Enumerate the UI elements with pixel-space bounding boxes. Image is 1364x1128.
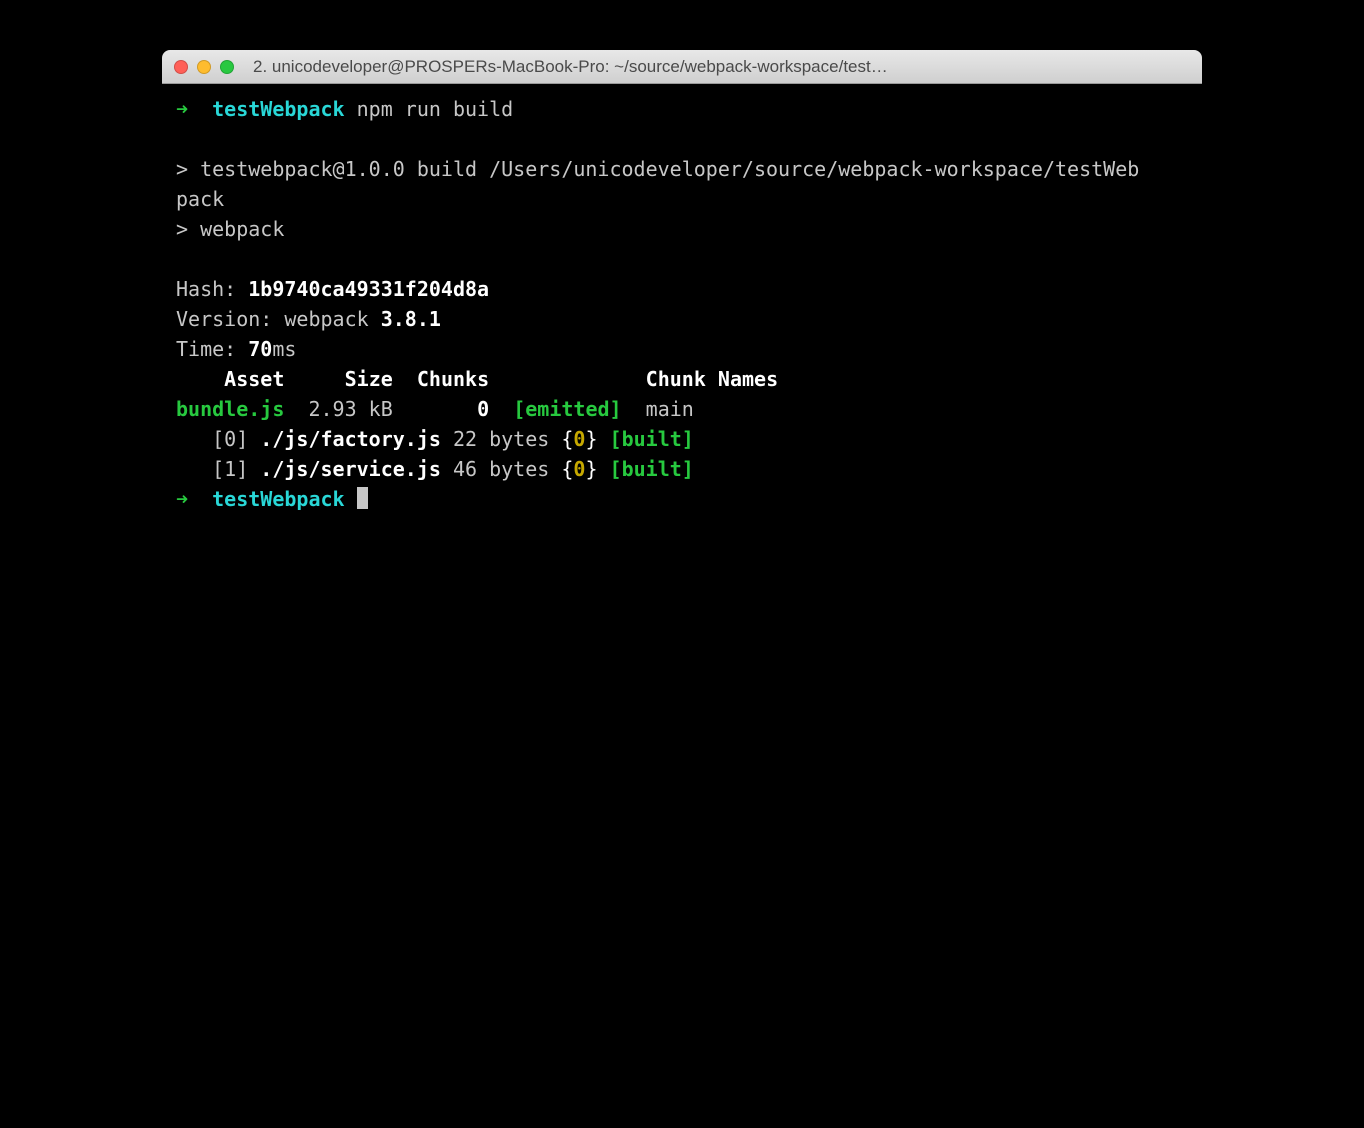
mod-flag: [built] xyxy=(610,427,694,451)
th-size: Size xyxy=(345,367,393,391)
time-unit: ms xyxy=(272,337,296,361)
th-chunknames: Chunk Names xyxy=(646,367,778,391)
asset-chunk: 0 xyxy=(477,397,489,421)
version-label: Version: webpack xyxy=(176,307,381,331)
terminal-window: 2. unicodeveloper@PROSPERs-MacBook-Pro: … xyxy=(162,50,1202,1004)
mod-chunk: 0 xyxy=(573,457,585,481)
brace: { xyxy=(561,427,573,451)
npm-header-1: > testwebpack@1.0.0 build /Users/unicode… xyxy=(176,157,1139,181)
version-value: 3.8.1 xyxy=(381,307,441,331)
brace: } xyxy=(585,427,597,451)
time-value: 70 xyxy=(248,337,272,361)
npm-header-2: > webpack xyxy=(176,217,284,241)
prompt-command: npm run build xyxy=(357,97,514,121)
th-chunks: Chunks xyxy=(417,367,489,391)
asset-flag: [emitted] xyxy=(513,397,621,421)
mod-chunk: 0 xyxy=(573,427,585,451)
titlebar[interactable]: 2. unicodeveloper@PROSPERs-MacBook-Pro: … xyxy=(162,50,1202,84)
zoom-icon[interactable] xyxy=(220,60,234,74)
mod-idx: [1] xyxy=(212,457,248,481)
mod-size: 22 bytes xyxy=(453,427,549,451)
window-title: 2. unicodeveloper@PROSPERs-MacBook-Pro: … xyxy=(243,57,1190,77)
mod-idx: [0] xyxy=(212,427,248,451)
mod-path: ./js/factory.js xyxy=(260,427,441,451)
asset-chunkname: main xyxy=(646,397,694,421)
brace: { xyxy=(561,457,573,481)
prompt-dir: testWebpack xyxy=(212,487,344,511)
npm-header-1b: pack xyxy=(176,187,224,211)
prompt-arrow: ➜ xyxy=(176,487,188,511)
brace: } xyxy=(585,457,597,481)
mod-size: 46 bytes xyxy=(453,457,549,481)
terminal-body[interactable]: ➜ testWebpack npm run build > testwebpac… xyxy=(162,84,1202,1004)
hash-label: Hash: xyxy=(176,277,248,301)
close-icon[interactable] xyxy=(174,60,188,74)
hash-value: 1b9740ca49331f204d8a xyxy=(248,277,489,301)
asset-name: bundle.js xyxy=(176,397,284,421)
asset-size: 2.93 kB xyxy=(308,397,392,421)
th-asset: Asset xyxy=(224,367,284,391)
time-label: Time: xyxy=(176,337,248,361)
prompt-arrow: ➜ xyxy=(176,97,188,121)
minimize-icon[interactable] xyxy=(197,60,211,74)
mod-flag: [built] xyxy=(610,457,694,481)
cursor xyxy=(357,487,368,509)
prompt-dir: testWebpack xyxy=(212,97,344,121)
mod-path: ./js/service.js xyxy=(260,457,441,481)
